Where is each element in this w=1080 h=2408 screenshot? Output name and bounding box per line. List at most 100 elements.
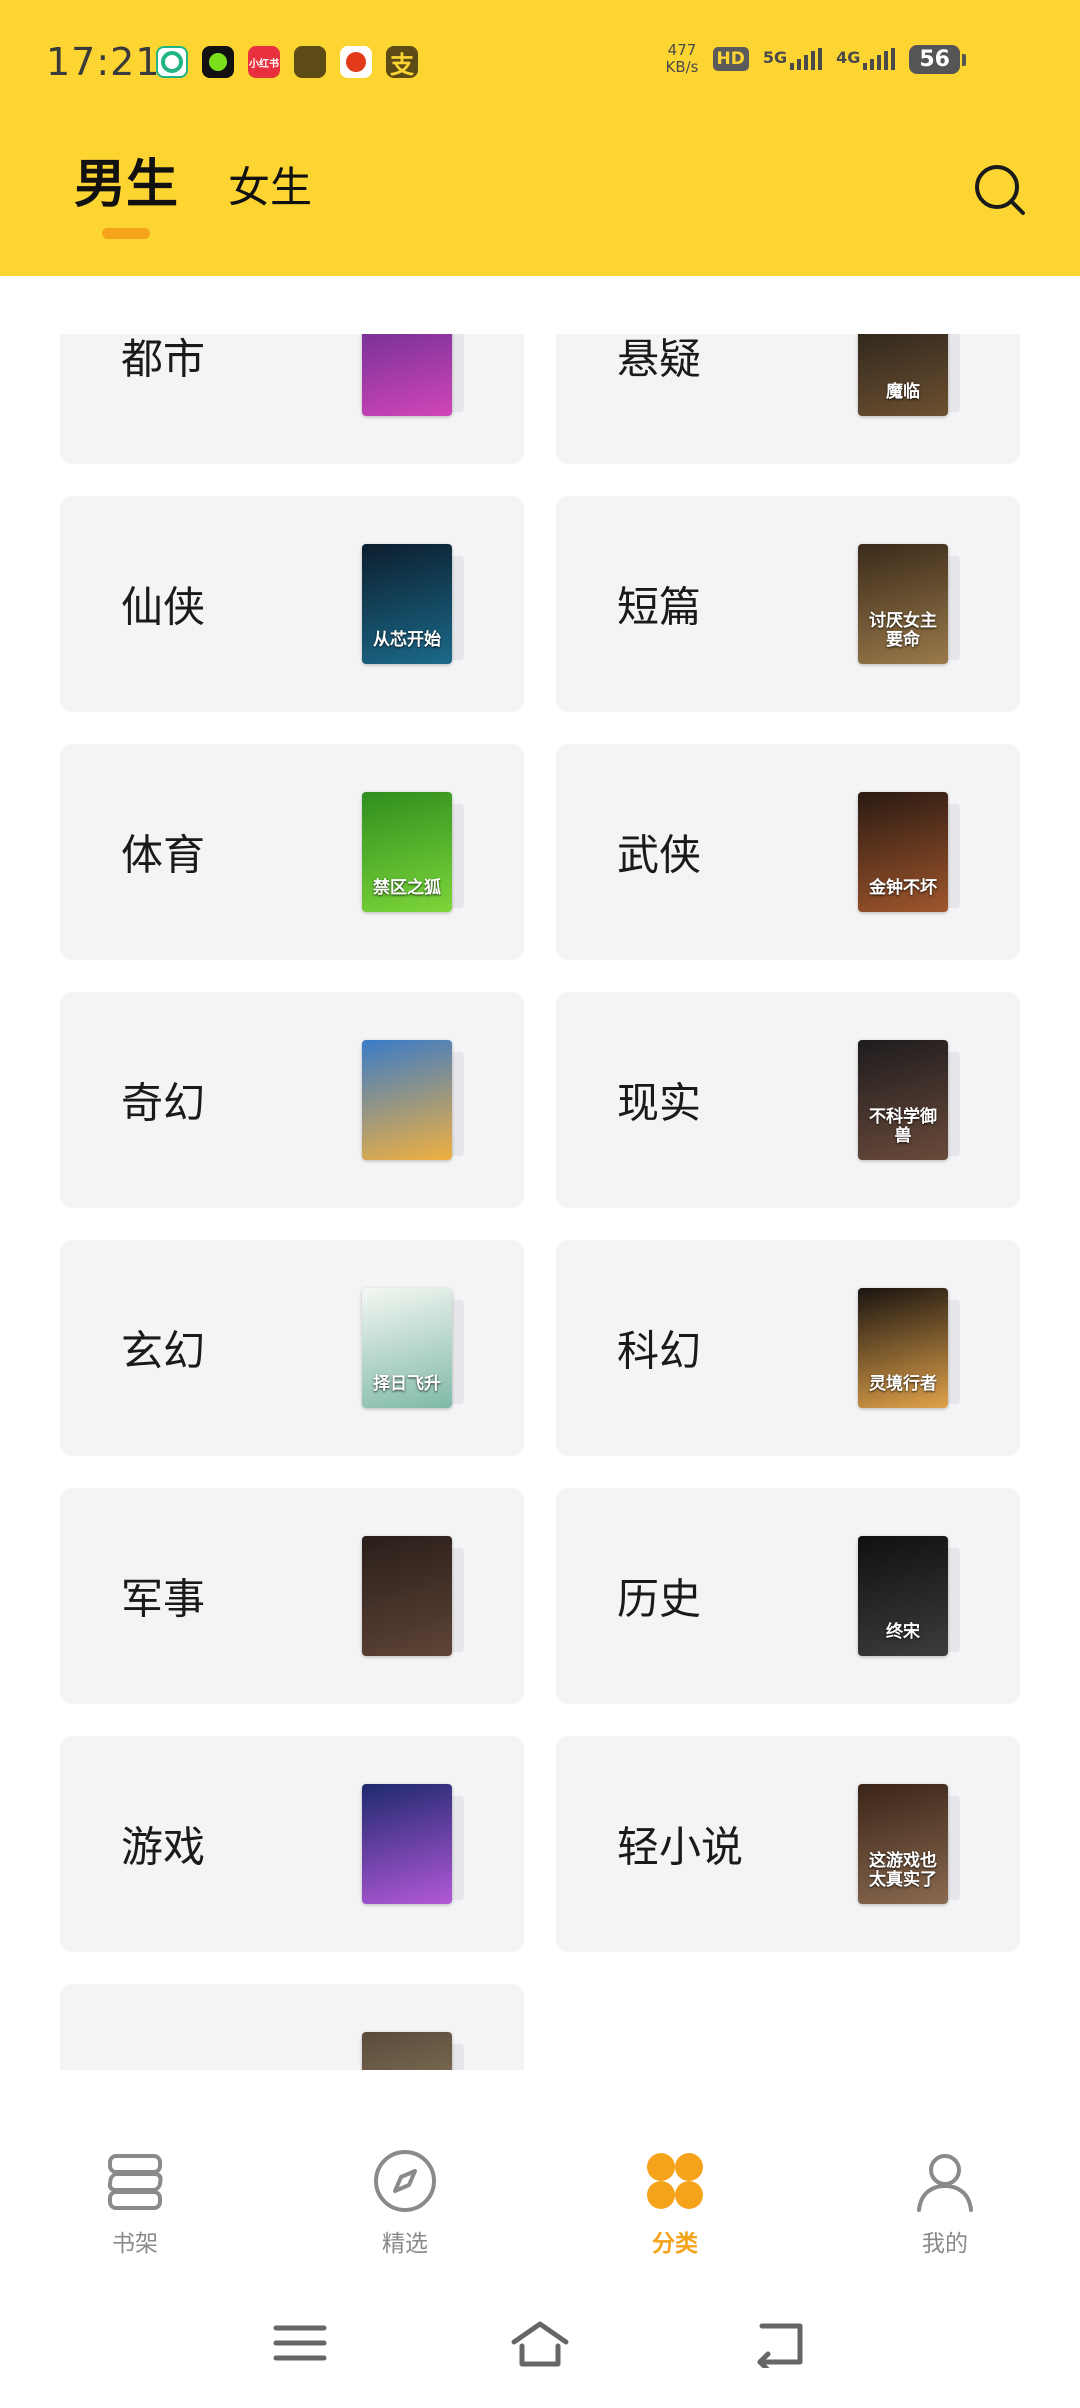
- category-name: 都市: [121, 334, 206, 384]
- category-name: 军事: [121, 1574, 206, 1624]
- book-cover-title: 禁区之狐: [373, 878, 441, 898]
- book-cover-stack: [362, 1536, 466, 1656]
- book-cover-stack: 择日飞升: [362, 1288, 466, 1408]
- category-card[interactable]: [60, 1984, 524, 2070]
- home-button[interactable]: [508, 2318, 572, 2372]
- bottom-navigation: 书架 精选 分类 我的: [0, 2120, 1080, 2280]
- back-icon: [757, 2323, 803, 2373]
- book-cover-stack: 从芯开始: [362, 544, 466, 664]
- book-cover-stack: [362, 2032, 466, 2070]
- book-cover-image: 灵境行者: [858, 1288, 948, 1408]
- signal-label: 4G: [836, 48, 861, 67]
- category-name: 游戏: [121, 1822, 206, 1872]
- book-cover-stack: [362, 334, 466, 416]
- signal-4g-icon: 4G: [836, 48, 896, 70]
- book-cover-image: 不科学御兽: [858, 1040, 948, 1160]
- network-speed-unit: KB/s: [665, 58, 699, 76]
- back-button[interactable]: [752, 2318, 808, 2373]
- nav-bookshelf[interactable]: 书架: [55, 2148, 215, 2258]
- book-cover-image: 从芯开始: [362, 544, 452, 664]
- book-cover-stack: 讨厌女主 要命: [858, 544, 962, 664]
- nav-featured[interactable]: 精选: [325, 2148, 485, 2258]
- alipay-icon: 支: [386, 46, 418, 79]
- category-name: 玄幻: [121, 1326, 206, 1376]
- category-name: 仙侠: [121, 582, 206, 632]
- book-cover-image: 终宋: [858, 1536, 948, 1656]
- signal-label: 5G: [762, 48, 788, 67]
- book-cover-title: 择日飞升: [373, 1374, 441, 1394]
- book-cover-image: [362, 334, 452, 416]
- book-cover-title: 灵境行者: [869, 1374, 937, 1394]
- book-cover-stack: [362, 1784, 466, 1904]
- book-cover-title: 魔临: [886, 382, 920, 402]
- category-card[interactable]: 都市: [60, 334, 524, 464]
- category-card[interactable]: 武侠金钟不坏: [556, 744, 1020, 960]
- category-card[interactable]: 体育 禁区之狐: [60, 744, 524, 960]
- book-cover-stack: 灵境行者: [858, 1288, 962, 1408]
- compass-icon: [374, 2150, 436, 2212]
- search-icon: [975, 165, 1025, 215]
- category-card[interactable]: 历史终宋: [556, 1488, 1020, 1704]
- profile-icon: [917, 2154, 973, 2212]
- hd-voice-icon: HD: [712, 47, 749, 71]
- menu-icon: [273, 2325, 327, 2361]
- book-cover-image: 讨厌女主 要命: [858, 544, 948, 664]
- nav-profile[interactable]: 我的: [865, 2148, 1025, 2258]
- category-icon: [647, 2153, 703, 2209]
- category-name: 历史: [617, 1574, 702, 1624]
- category-list[interactable]: 都市 悬疑 魔临 仙侠 从芯开始 短篇 讨厌女主 要命 体育 禁区之狐 武侠 金钟不坏 奇幻 现实 不科学…: [0, 334, 1080, 2070]
- nav-bookshelf-label: 书架: [112, 2231, 158, 2257]
- book-cover-image: [362, 1040, 452, 1160]
- category-card[interactable]: 轻小说 这游戏也太真实了: [556, 1736, 1020, 1952]
- category-card[interactable]: 现实 不科学御兽: [556, 992, 1020, 1208]
- tab-female[interactable]: 女生: [228, 154, 312, 215]
- category-name: 轻小说: [617, 1822, 744, 1872]
- book-cover-stack: 这游戏也太真实了: [858, 1784, 962, 1904]
- nav-category[interactable]: 分类: [595, 2148, 755, 2258]
- app-notification-icon: [340, 46, 372, 78]
- category-name: 短篇: [617, 582, 702, 632]
- category-card[interactable]: 玄幻择日飞升: [60, 1240, 524, 1456]
- battery-icon: 56: [909, 44, 966, 74]
- book-cover-stack: [362, 1040, 466, 1160]
- book-cover-stack: 金钟不坏: [858, 792, 962, 912]
- system-navigation-bar: [0, 2290, 1080, 2400]
- book-cover-stack: 魔临: [858, 334, 962, 416]
- category-card[interactable]: 仙侠从芯开始: [60, 496, 524, 712]
- search-button[interactable]: [970, 160, 1030, 220]
- nav-category-label: 分类: [652, 2231, 698, 2257]
- category-grid: 都市 悬疑 魔临 仙侠 从芯开始 短篇 讨厌女主 要命 体育 禁区之狐 武侠 金钟不坏 奇幻 现实 不科学…: [60, 334, 1020, 2070]
- home-icon: [511, 2321, 569, 2367]
- book-cover-image: 金钟不坏: [858, 792, 948, 912]
- status-indicators: 477 KB/s HD 5G 4G 56: [666, 42, 966, 76]
- book-cover-image: 魔临: [858, 334, 948, 416]
- category-card[interactable]: 科幻 灵境行者: [556, 1240, 1020, 1456]
- book-cover-stack: 不科学御兽: [858, 1040, 962, 1160]
- category-card[interactable]: 短篇讨厌女主 要命: [556, 496, 1020, 712]
- category-card[interactable]: 悬疑魔临: [556, 334, 1020, 464]
- category-card[interactable]: 军事: [60, 1488, 524, 1704]
- network-speed: 477 KB/s: [666, 42, 699, 76]
- app-notification-icon: [202, 46, 234, 78]
- book-cover-title: 讨厌女主 要命: [869, 611, 937, 650]
- category-card[interactable]: 奇幻: [60, 992, 524, 1208]
- app-notification-icon: [156, 46, 188, 78]
- gender-tabs: 男生 女生: [74, 142, 312, 217]
- book-cover-title: 从芯开始: [373, 630, 441, 650]
- category-card[interactable]: 游戏: [60, 1736, 524, 1952]
- book-cover-image: 这游戏也太真实了: [858, 1784, 948, 1904]
- signal-5g-icon: 5G: [762, 48, 823, 70]
- book-cover-title: 金钟不坏: [869, 878, 937, 898]
- notification-icons: 小红书 支: [156, 46, 418, 79]
- bookshelf-icon: [107, 2154, 163, 2210]
- book-cover-title: 终宋: [886, 1622, 920, 1642]
- book-cover-image: 禁区之狐: [362, 792, 452, 912]
- xiaohongshu-icon: 小红书: [248, 46, 280, 78]
- active-tab-indicator: [102, 228, 150, 239]
- category-name: 悬疑: [617, 334, 702, 384]
- book-cover-image: 择日飞升: [362, 1288, 452, 1408]
- book-cover-stack: 禁区之狐: [362, 792, 466, 912]
- category-name: 武侠: [617, 830, 702, 880]
- menu-button[interactable]: [270, 2318, 330, 2372]
- tab-male[interactable]: 男生: [74, 142, 178, 217]
